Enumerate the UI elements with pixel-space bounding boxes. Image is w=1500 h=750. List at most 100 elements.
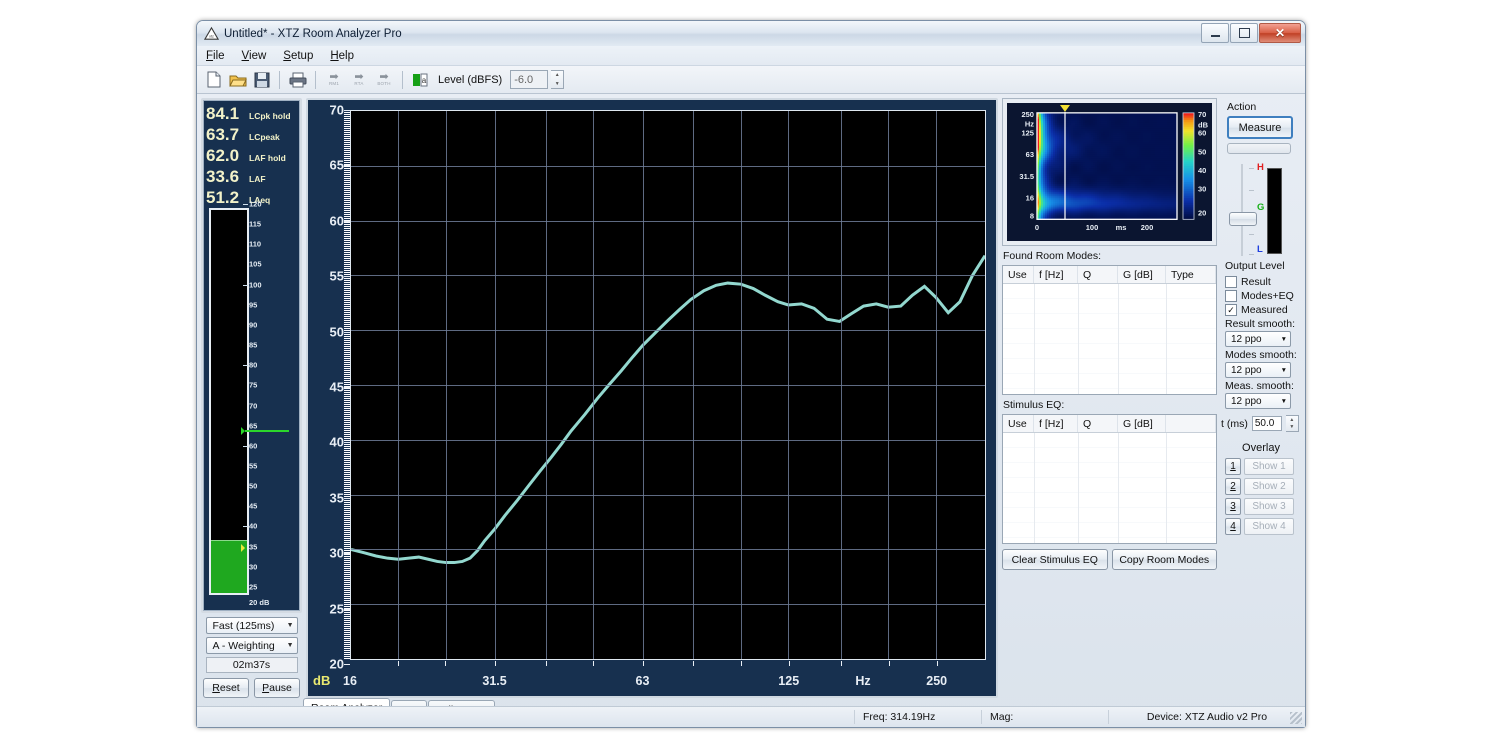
overlay-store-4[interactable]: 4 — [1225, 518, 1241, 535]
resize-grip[interactable] — [1290, 712, 1302, 724]
pause-button[interactable]: Pause — [254, 678, 300, 698]
scale-tick: 35 — [249, 542, 257, 551]
t-ms-spinner[interactable]: ▲▼ — [1286, 415, 1299, 432]
svg-text:125: 125 — [1021, 129, 1034, 138]
checkbox-label: Result — [1241, 276, 1271, 288]
table-body[interactable] — [1003, 284, 1216, 394]
minimize-button[interactable] — [1201, 23, 1229, 43]
overlay-store-2[interactable]: 2 — [1225, 478, 1241, 495]
printer-icon[interactable] — [287, 69, 308, 90]
found-room-modes-table[interactable]: Use f [Hz] Q G [dB] Type — [1002, 265, 1217, 395]
col-freq: f [Hz] — [1034, 415, 1078, 432]
scale-tick: 80 — [249, 361, 257, 370]
chart-y-axis-title: dB — [313, 673, 330, 688]
svg-text:0: 0 — [1035, 223, 1039, 232]
grid-line-vertical — [546, 111, 547, 659]
overlay-show-4[interactable]: Show 4 — [1244, 518, 1294, 535]
checkbox-label: Modes+EQ — [1241, 290, 1294, 302]
new-document-icon[interactable] — [203, 69, 224, 90]
y-tick-label: 40 — [330, 435, 344, 450]
checkbox-modes-eq[interactable]: Modes+EQ — [1225, 290, 1301, 302]
table-body[interactable] — [1003, 433, 1216, 543]
mode-button-both[interactable]: ➡BOTH — [373, 69, 395, 90]
measure-button[interactable]: Measure — [1227, 116, 1293, 139]
overlay-store-3[interactable]: 3 — [1225, 498, 1241, 515]
meas-smooth-select[interactable]: 12 ppo▼ — [1225, 393, 1291, 409]
result-smooth-label: Result smooth: — [1225, 318, 1301, 330]
chevron-down-icon: ▼ — [1281, 336, 1287, 343]
sound-level-meter-panel: 84.1LCpk hold 63.7LCpeak 62.0LAF hold 33… — [201, 98, 302, 698]
reset-button[interactable]: Reset — [203, 678, 249, 698]
level-value-field[interactable]: -6.0 — [510, 70, 548, 89]
output-level-slider[interactable] — [1229, 164, 1255, 256]
table-header: Use f [Hz] Q G [dB] — [1003, 415, 1216, 433]
meter-display: 84.1LCpk hold 63.7LCpeak 62.0LAF hold 33… — [201, 98, 302, 613]
overlay-row-1: 1 Show 1 — [1225, 458, 1301, 475]
svg-text:Hz: Hz — [1025, 120, 1034, 129]
level-meter-icon[interactable]: a — [410, 69, 431, 90]
y-tick-label: 55 — [330, 269, 344, 284]
status-freq: Freq: 314.19Hz — [854, 710, 981, 724]
modes-smooth-select[interactable]: 12 ppo▼ — [1225, 362, 1291, 378]
copy-room-modes-button[interactable]: Copy Room Modes — [1112, 549, 1218, 570]
svg-text:63: 63 — [1026, 150, 1034, 159]
menu-help[interactable]: Help — [330, 50, 354, 62]
save-disk-icon[interactable] — [251, 69, 272, 90]
menu-setup[interactable]: Setup — [283, 50, 313, 62]
grid-line-vertical — [643, 111, 644, 659]
close-button[interactable]: ✕ — [1259, 23, 1301, 43]
mode-button-rta[interactable]: ➡RTA — [348, 69, 370, 90]
stimulus-eq-label: Stimulus EQ: — [1003, 399, 1217, 411]
grid-line-vertical — [841, 111, 842, 659]
menu-view[interactable]: View — [242, 50, 267, 62]
t-ms-field[interactable]: 50.0 — [1252, 416, 1282, 431]
mode-button-rm1[interactable]: ➡RM1 — [323, 69, 345, 90]
overlay-show-3[interactable]: Show 3 — [1244, 498, 1294, 515]
frequency-response-chart[interactable]: 2025303540455055606570 1631.563125250Hz … — [306, 98, 998, 698]
level-spinner[interactable]: ▲▼ — [551, 70, 564, 89]
window-title: Untitled* - XTZ Room Analyzer Pro — [224, 28, 402, 40]
response-select[interactable]: Fast (125ms)▼ — [206, 617, 298, 634]
overlay-show-2[interactable]: Show 2 — [1244, 478, 1294, 495]
grid-line-vertical — [741, 111, 742, 659]
menu-bar: FFileile View Setup Help — [197, 46, 1305, 66]
svg-text:20: 20 — [1198, 208, 1206, 217]
grid-line-vertical — [495, 111, 496, 659]
x-axis-title: Hz — [855, 674, 870, 688]
checkbox-measured[interactable]: ✓ Measured — [1225, 304, 1301, 316]
status-bar: Freq: 314.19Hz Mag: Device: XTZ Audio v2… — [197, 706, 1305, 727]
scale-bottom-label: 20 dB — [249, 598, 269, 607]
checkbox-result[interactable]: Result — [1225, 276, 1301, 288]
scale-tick: 50 — [249, 482, 257, 491]
overlay-show-1[interactable]: Show 1 — [1244, 458, 1294, 475]
menu-file[interactable]: FFileile — [206, 50, 225, 62]
bargraph-track — [209, 208, 249, 595]
y-tick-label: 30 — [330, 546, 344, 561]
display-options: Result Modes+EQ ✓ Measured Result smooth… — [1221, 276, 1301, 538]
x-tick-label: 31.5 — [482, 674, 506, 688]
overlay-store-1[interactable]: 1 — [1225, 458, 1241, 475]
col-gain: G [dB] — [1118, 415, 1166, 432]
slider-thumb[interactable] — [1229, 212, 1257, 226]
clear-stimulus-eq-button[interactable]: Clear Stimulus EQ — [1002, 549, 1108, 570]
col-blank — [1166, 415, 1216, 432]
svg-text:xtz: xtz — [209, 35, 214, 39]
scale-tick: 55 — [249, 461, 257, 470]
svg-text:200: 200 — [1141, 223, 1154, 232]
scale-tick: 40 — [249, 522, 257, 531]
waterfall-plot[interactable]: 250Hz1256331.51680100ms20070dB6050403020 — [1002, 98, 1217, 246]
open-folder-icon[interactable] — [227, 69, 248, 90]
stimulus-eq-table[interactable]: Use f [Hz] Q G [dB] — [1002, 414, 1217, 544]
svg-text:70: 70 — [1198, 110, 1206, 119]
col-use: Use — [1003, 415, 1034, 432]
maximize-button[interactable] — [1230, 23, 1258, 43]
result-smooth-select[interactable]: 12 ppo▼ — [1225, 331, 1291, 347]
toolbar-separator — [315, 71, 316, 89]
grid-line-vertical — [398, 111, 399, 659]
weighting-select[interactable]: A - Weighting▼ — [206, 637, 298, 654]
x-tick-label: 250 — [926, 674, 947, 688]
status-device: Device: XTZ Audio v2 Pro — [1108, 710, 1305, 724]
chart-plot-area[interactable] — [350, 110, 986, 660]
svg-text:100: 100 — [1086, 223, 1099, 232]
y-tick-label: 60 — [330, 213, 344, 228]
